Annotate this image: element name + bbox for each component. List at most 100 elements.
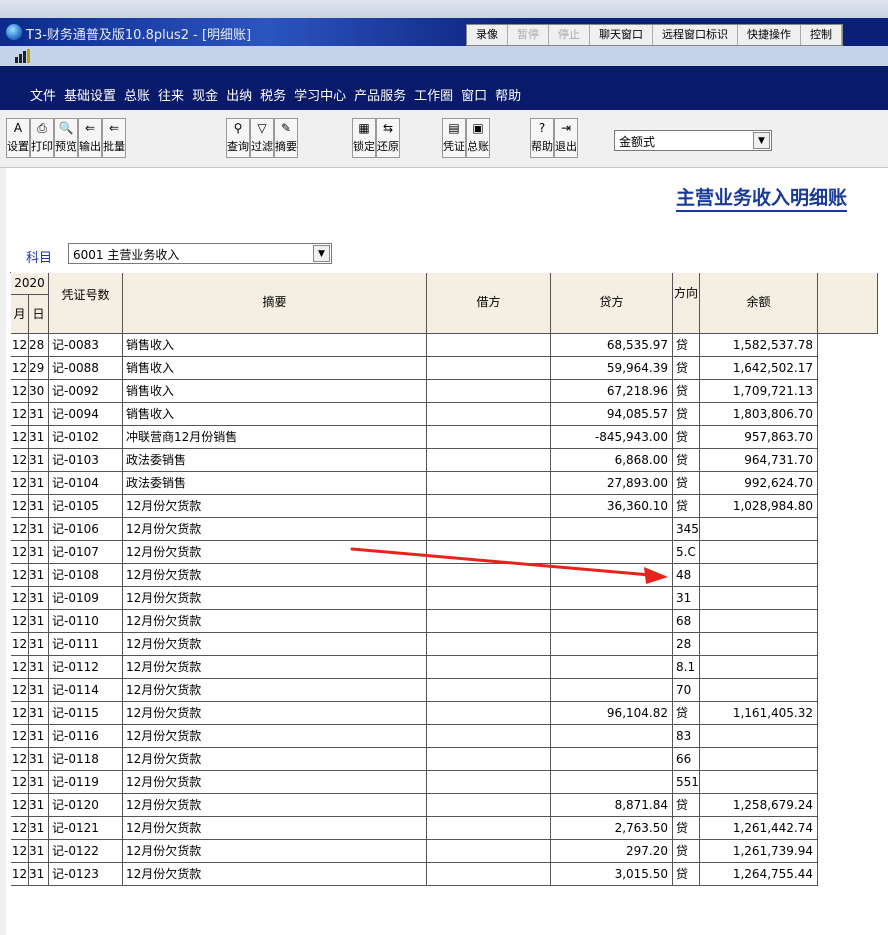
menu-product-service[interactable]: 产品服务 — [354, 85, 406, 104]
cell-debit — [427, 863, 551, 886]
cell-direction: 68 — [673, 610, 700, 633]
cell-debit — [427, 771, 551, 794]
cell-direction: 48 — [673, 564, 700, 587]
cell-month: 12 — [11, 656, 29, 679]
chat-window-button[interactable]: 聊天窗口 — [590, 25, 653, 45]
cell-debit — [427, 380, 551, 403]
chevron-down-icon[interactable]: ▼ — [313, 245, 330, 262]
cell-credit: 59,964.39 — [551, 357, 673, 380]
cell-credit: 36,360.10 — [551, 495, 673, 518]
cell-summary: 12月份欠货款 — [123, 518, 427, 541]
preview-button[interactable]: 🔍 预览 — [54, 118, 78, 158]
menu-learning-center[interactable]: 学习中心 — [294, 85, 346, 104]
lock-icon: ▦ — [358, 121, 370, 135]
preview-icon: 🔍 — [58, 121, 74, 135]
cell-extra — [818, 357, 878, 380]
cell-summary: 12月份欠货款 — [123, 702, 427, 725]
cell-debit — [427, 702, 551, 725]
cell-extra — [818, 518, 878, 541]
export-button[interactable]: ⇐ 输出 — [78, 118, 102, 158]
menu-cashier[interactable]: 出纳 — [226, 85, 252, 104]
header-summary: 摘要 — [123, 273, 427, 334]
cell-debit — [427, 587, 551, 610]
menu-window[interactable]: 窗口 — [461, 85, 487, 104]
filter-button[interactable]: ▽ 过滤 — [250, 118, 274, 158]
restore-button[interactable]: ⇆ 还原 — [376, 118, 400, 158]
menu-general-ledger[interactable]: 总账 — [124, 85, 150, 104]
exit-button[interactable]: ⇥ 退出 — [554, 118, 578, 158]
menu-help[interactable]: 帮助 — [495, 85, 521, 104]
cell-voucher: 记-0105 — [49, 495, 123, 518]
child-window-icon[interactable] — [14, 49, 32, 63]
batch-button[interactable]: ⇐ 批量 — [102, 118, 126, 158]
query-button[interactable]: ⚲ 查询 — [226, 118, 250, 158]
cell-debit — [427, 656, 551, 679]
menu-receivables[interactable]: 往来 — [158, 85, 184, 104]
cell-direction: 83 — [673, 725, 700, 748]
voucher-button[interactable]: ▤ 凭证 — [442, 118, 466, 158]
cell-direction: 贷 — [673, 357, 700, 380]
cell-month: 12 — [11, 610, 29, 633]
cell-direction: 贷 — [673, 426, 700, 449]
cell-direction: 66 — [673, 748, 700, 771]
cell-credit: 96,104.82 — [551, 702, 673, 725]
menu-file[interactable]: 文件 — [30, 85, 56, 104]
cell-extra — [818, 495, 878, 518]
cell-day: 31 — [29, 472, 49, 495]
print-button[interactable]: ⎙ 打印 — [30, 118, 54, 158]
cell-summary: 12月份欠货款 — [123, 725, 427, 748]
cell-direction: 贷 — [673, 840, 700, 863]
cell-debit — [427, 748, 551, 771]
cell-extra — [818, 656, 878, 679]
cell-voucher: 记-0107 — [49, 541, 123, 564]
cell-summary: 销售收入 — [123, 380, 427, 403]
format-select[interactable]: 金额式 ▼ — [614, 130, 772, 151]
cell-month: 12 — [11, 702, 29, 725]
cell-extra — [818, 472, 878, 495]
cell-day: 31 — [29, 702, 49, 725]
menu-cash[interactable]: 现金 — [192, 85, 218, 104]
cell-balance: 1,028,984.80 — [700, 495, 818, 518]
help-button[interactable]: ? 帮助 — [530, 118, 554, 158]
cell-balance: 964,731.70 — [700, 449, 818, 472]
settings-button[interactable]: A 设置 — [6, 118, 30, 158]
menu-basic-settings[interactable]: 基础设置 — [64, 85, 116, 104]
cell-credit: 67,218.96 — [551, 380, 673, 403]
quick-ops-button[interactable]: 快捷操作 — [738, 25, 801, 45]
cell-debit — [427, 725, 551, 748]
cell-debit — [427, 472, 551, 495]
menu-tax[interactable]: 税务 — [260, 85, 286, 104]
summary-button[interactable]: ✎ 摘要 — [274, 118, 298, 158]
cell-credit: 94,085.57 — [551, 403, 673, 426]
cell-balance — [700, 748, 818, 771]
cell-extra — [818, 633, 878, 656]
record-button[interactable]: 录像 — [467, 25, 508, 45]
header-year: 2020年 — [11, 273, 49, 310]
cell-summary: 12月份欠货款 — [123, 863, 427, 886]
subject-select[interactable]: 6001 主营业务收入 ▼ — [68, 243, 332, 264]
cell-debit — [427, 679, 551, 702]
lock-button[interactable]: ▦ 锁定 — [352, 118, 376, 158]
general-ledger-button[interactable]: ▣ 总账 — [466, 118, 490, 158]
cell-month: 12 — [11, 771, 29, 794]
cell-voucher: 记-0119 — [49, 771, 123, 794]
cell-direction: 551 — [673, 771, 700, 794]
cell-credit: 297.20 — [551, 840, 673, 863]
cell-direction: 贷 — [673, 334, 700, 357]
printer-icon: ⎙ — [37, 121, 47, 135]
cell-extra — [818, 863, 878, 886]
cell-direction: 贷 — [673, 863, 700, 886]
cell-balance: 992,624.70 — [700, 472, 818, 495]
cell-day: 31 — [29, 541, 49, 564]
chevron-down-icon[interactable]: ▼ — [753, 132, 770, 149]
menu-work-circle[interactable]: 工作圈 — [414, 85, 453, 104]
remote-window-id-button[interactable]: 远程窗口标识 — [653, 25, 738, 45]
pause-button[interactable]: 暂停 — [508, 25, 549, 45]
stop-button[interactable]: 停止 — [549, 25, 590, 45]
cell-voucher: 记-0092 — [49, 380, 123, 403]
control-button[interactable]: 控制 — [801, 25, 842, 45]
cell-month: 12 — [11, 725, 29, 748]
ledger-table: 2020年月日凭证号数摘要借方贷方方向余额1228记-0083销售收入68,53… — [10, 272, 878, 886]
cell-summary: 12月份欠货款 — [123, 840, 427, 863]
cell-direction: 贷 — [673, 380, 700, 403]
